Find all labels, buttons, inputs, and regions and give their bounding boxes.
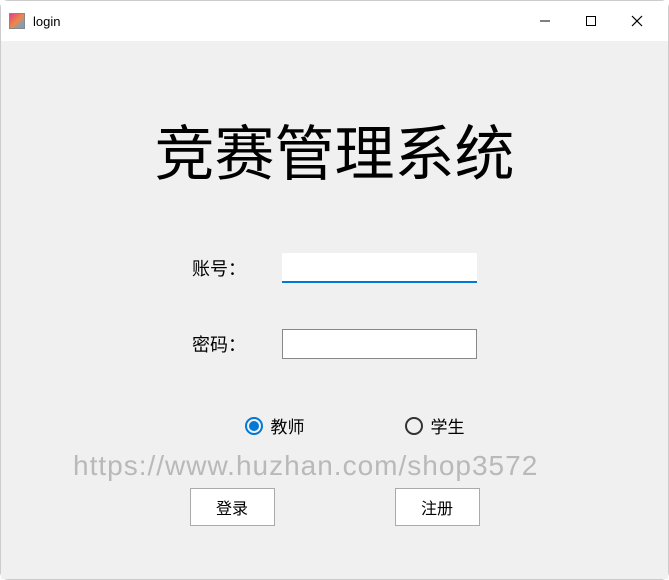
- login-window: login 竞赛管理系统 账号： 密码： 教师: [0, 0, 669, 580]
- page-title: 竞赛管理系统: [155, 106, 515, 193]
- maximize-button[interactable]: [568, 5, 614, 37]
- role-radio-group: 教师 学生: [245, 413, 465, 438]
- window-title: login: [33, 14, 60, 29]
- close-button[interactable]: [614, 5, 660, 37]
- client-area: 竞赛管理系统 账号： 密码： 教师 学生 登录 注册: [1, 41, 668, 579]
- window-controls: [522, 5, 660, 37]
- login-button[interactable]: 登录: [190, 488, 275, 526]
- register-button[interactable]: 注册: [395, 488, 480, 526]
- radio-icon-checked: [245, 417, 263, 435]
- close-icon: [631, 15, 643, 27]
- button-row: 登录 注册: [190, 488, 480, 526]
- minimize-icon: [539, 15, 551, 27]
- minimize-button[interactable]: [522, 5, 568, 37]
- password-row: 密码：: [192, 329, 477, 359]
- titlebar: login: [1, 1, 668, 41]
- maximize-icon: [585, 15, 597, 27]
- student-radio[interactable]: 学生: [405, 413, 465, 438]
- teacher-radio-label: 教师: [271, 413, 305, 438]
- teacher-radio[interactable]: 教师: [245, 413, 305, 438]
- account-row: 账号：: [192, 253, 477, 283]
- account-label: 账号：: [192, 255, 282, 281]
- app-icon: [9, 13, 25, 29]
- password-input[interactable]: [282, 329, 477, 359]
- account-input[interactable]: [282, 253, 477, 283]
- password-label: 密码：: [192, 331, 282, 357]
- radio-icon-unchecked: [405, 417, 423, 435]
- student-radio-label: 学生: [431, 413, 465, 438]
